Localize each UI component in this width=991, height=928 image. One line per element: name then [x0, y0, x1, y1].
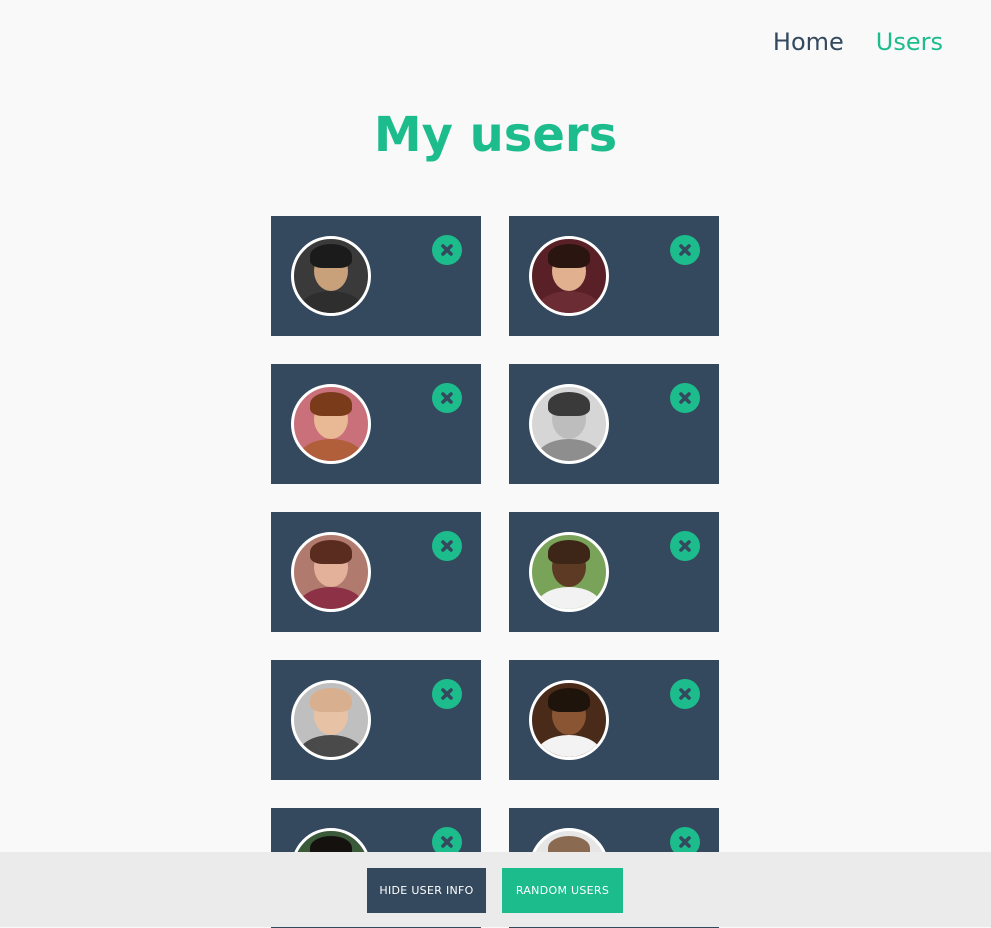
user-card: [271, 364, 481, 484]
nav-home-link[interactable]: Home: [773, 28, 844, 56]
remove-user-icon[interactable]: [670, 235, 700, 265]
user-card: [509, 512, 719, 632]
footer-bar: Hide user info Random users: [0, 852, 991, 927]
avatar: [291, 532, 371, 612]
remove-user-icon[interactable]: [670, 383, 700, 413]
avatar: [529, 532, 609, 612]
user-card: [271, 216, 481, 336]
user-card: [509, 660, 719, 780]
user-card: [509, 216, 719, 336]
remove-user-icon[interactable]: [432, 531, 462, 561]
avatar: [291, 680, 371, 760]
remove-user-icon[interactable]: [432, 235, 462, 265]
avatar: [529, 680, 609, 760]
avatar: [291, 236, 371, 316]
top-nav: Home Users: [773, 28, 943, 56]
random-users-button[interactable]: Random users: [502, 868, 623, 913]
avatar: [529, 384, 609, 464]
hide-user-info-button[interactable]: Hide user info: [367, 868, 486, 913]
remove-user-icon[interactable]: [432, 383, 462, 413]
nav-users-link[interactable]: Users: [876, 28, 943, 56]
user-grid: [271, 216, 719, 928]
avatar: [529, 236, 609, 316]
user-card: [271, 660, 481, 780]
remove-user-icon[interactable]: [670, 679, 700, 709]
remove-user-icon[interactable]: [670, 531, 700, 561]
user-card: [271, 512, 481, 632]
page-title: My users: [373, 107, 618, 163]
user-card: [509, 364, 719, 484]
avatar: [291, 384, 371, 464]
remove-user-icon[interactable]: [432, 679, 462, 709]
